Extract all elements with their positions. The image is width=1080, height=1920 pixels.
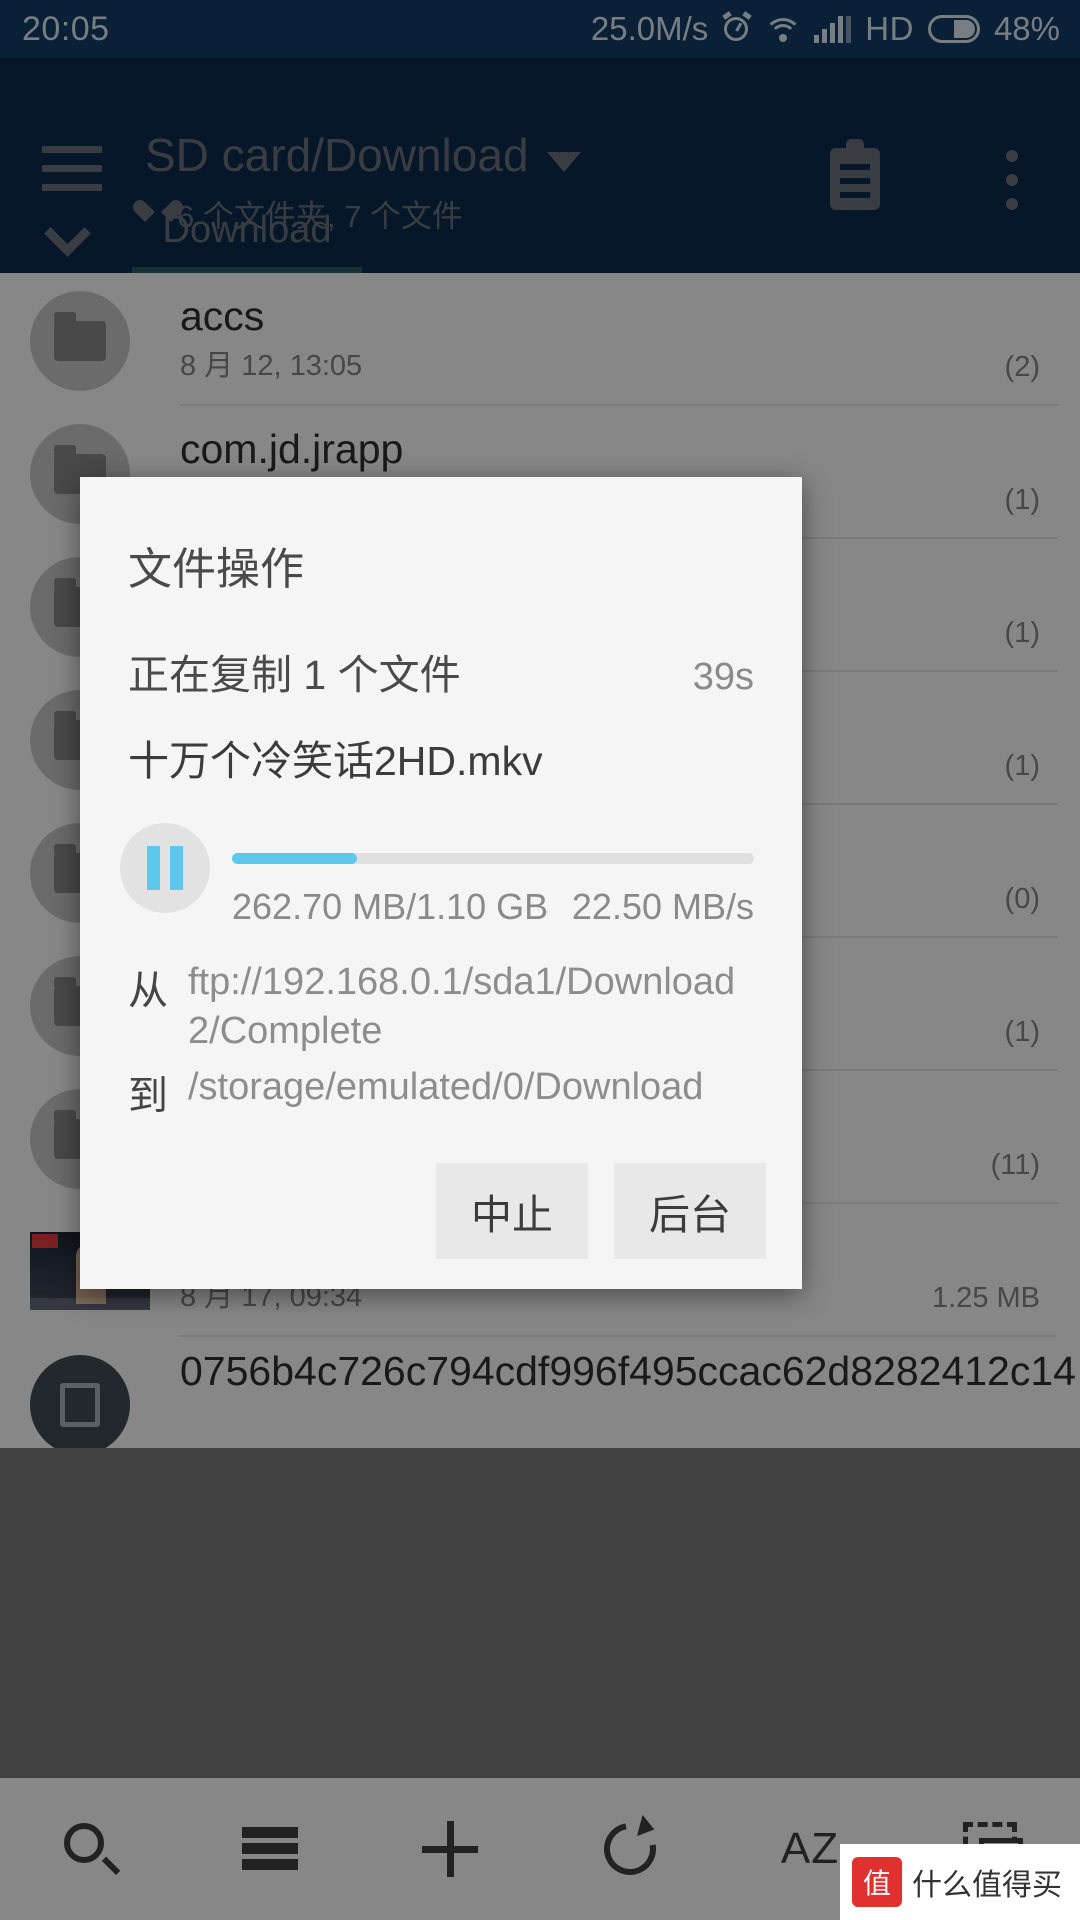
transferred-label: 262.70 MB/1.10 GB	[232, 886, 549, 927]
pause-icon-bar-right	[170, 846, 183, 890]
path-section: 从 ftp://192.168.0.1/sda1/Download2/Compl…	[80, 928, 802, 1121]
source-path-value: ftp://192.168.0.1/sda1/Download2/Complet…	[188, 961, 736, 1052]
pause-icon-bar-left	[147, 846, 160, 890]
pause-button[interactable]	[120, 823, 210, 913]
speed-label: 22.50 MB/s	[571, 886, 754, 927]
current-file-name: 十万个冷笑话2HD.mkv	[128, 738, 543, 784]
destination-label: 到	[128, 1074, 168, 1119]
destination-path-row: 到 /storage/emulated/0/Download	[128, 1063, 754, 1121]
phone-screen: 20:05 25.0M/s HD 48% SD card/Download 6 …	[0, 0, 1080, 1920]
abort-button[interactable]: 中止	[436, 1163, 588, 1260]
source-path-row: 从 ftp://192.168.0.1/sda1/Download2/Compl…	[128, 958, 754, 1055]
progress-bar-track	[232, 853, 754, 864]
dialog-button-row: 中止 后台	[80, 1129, 802, 1271]
background-button[interactable]: 后台	[614, 1163, 766, 1260]
watermark-text: 什么值得买	[912, 1869, 1062, 1902]
watermark: 值 什么值得买	[840, 1844, 1080, 1920]
progress-area: 262.70 MB/1.10 GB 22.50 MB/s	[80, 787, 802, 928]
eta-label: 39s	[692, 656, 754, 698]
file-operation-dialog: 文件操作 正在复制 1 个文件 39s 十万个冷笑话2HD.mkv 262.70…	[80, 477, 802, 1290]
dialog-title: 文件操作	[128, 545, 304, 594]
dialog-status-row: 正在复制 1 个文件 39s	[80, 597, 802, 701]
destination-path-value: /storage/emulated/0/Download	[188, 1066, 704, 1109]
progress-bar-fill	[232, 853, 358, 864]
source-label: 从	[128, 969, 168, 1013]
watermark-logo: 值	[852, 1857, 902, 1907]
operation-status-label: 正在复制 1 个文件	[128, 652, 461, 698]
